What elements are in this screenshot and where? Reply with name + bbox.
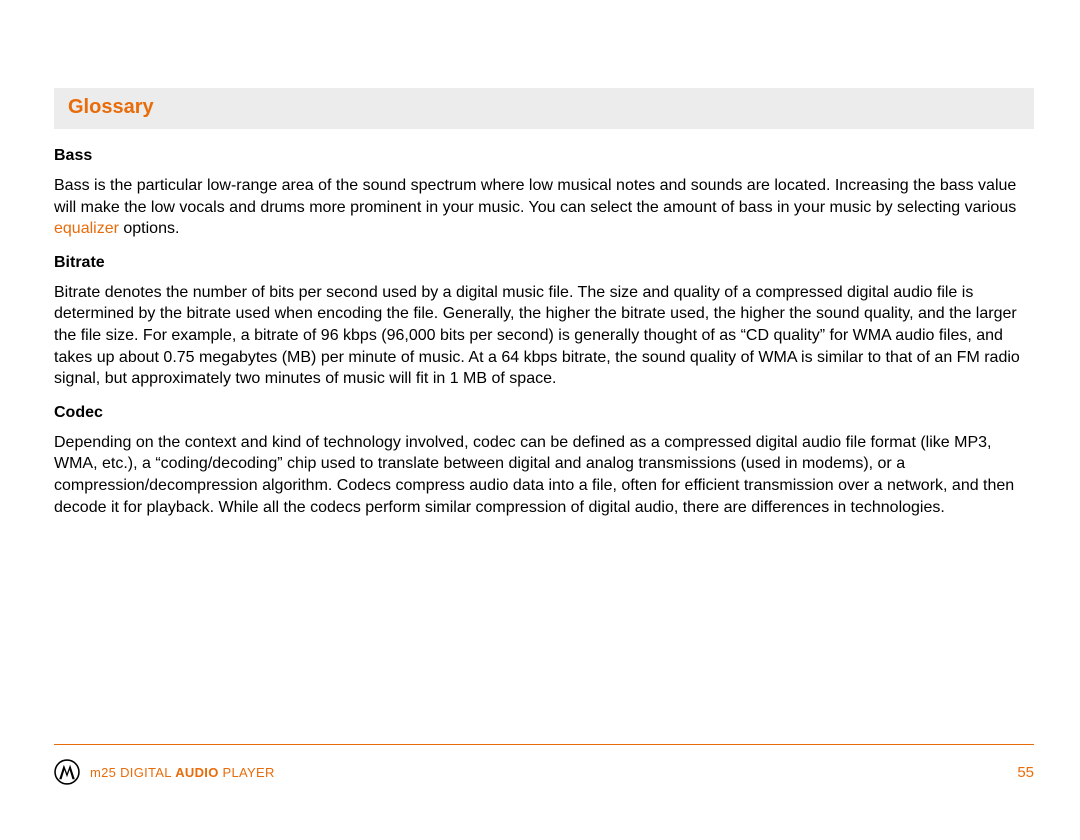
definition-bass: Bass is the particular low-range area of…: [54, 175, 1034, 240]
footer-rule: [54, 744, 1034, 745]
glossary-entry: Bass Bass is the particular low-range ar…: [54, 147, 1034, 240]
footer-product-text: m25 DIGITAL AUDIO PLAYER: [90, 765, 275, 780]
page-content: Glossary Bass Bass is the particular low…: [0, 0, 1080, 518]
footer-text-bold: AUDIO: [175, 765, 218, 780]
footer-text-part: m25 DIGITAL: [90, 765, 175, 780]
definition-text: Bass is the particular low-range area of…: [54, 177, 1016, 216]
page-footer: m25 DIGITAL AUDIO PLAYER 55: [54, 744, 1034, 785]
page-number: 55: [1017, 764, 1034, 781]
term-bitrate: Bitrate: [54, 254, 1034, 272]
motorola-logo-icon: [54, 759, 80, 785]
definition-bitrate: Bitrate denotes the number of bits per s…: [54, 282, 1034, 390]
glossary-entry: Bitrate Bitrate denotes the number of bi…: [54, 254, 1034, 390]
section-title: Glossary: [68, 96, 1020, 119]
definition-text: options.: [119, 220, 179, 237]
footer-left: m25 DIGITAL AUDIO PLAYER: [54, 759, 275, 785]
footer-text-part: PLAYER: [219, 765, 275, 780]
definition-text: Bitrate denotes the number of bits per s…: [54, 284, 1020, 387]
glossary-entry: Codec Depending on the context and kind …: [54, 404, 1034, 518]
section-header: Glossary: [54, 88, 1034, 129]
definition-codec: Depending on the context and kind of tec…: [54, 432, 1034, 518]
term-bass: Bass: [54, 147, 1034, 165]
footer-row: m25 DIGITAL AUDIO PLAYER 55: [54, 759, 1034, 785]
definition-text: Depending on the context and kind of tec…: [54, 434, 1014, 516]
term-codec: Codec: [54, 404, 1034, 422]
equalizer-link[interactable]: equalizer: [54, 220, 119, 237]
